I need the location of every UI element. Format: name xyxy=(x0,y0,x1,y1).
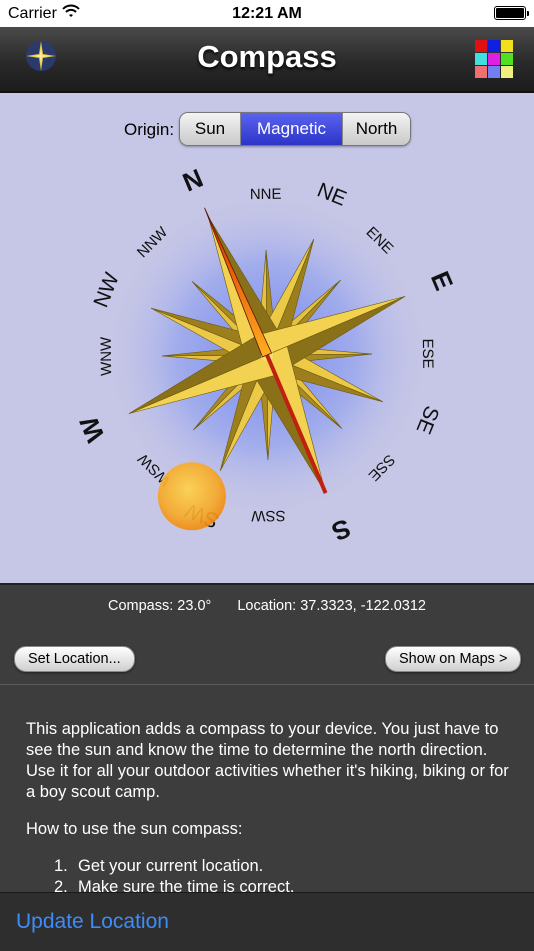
update-location-button[interactable]: Update Location xyxy=(16,910,169,934)
howto-title: How to use the sun compass: xyxy=(26,820,243,838)
color-grid-icon[interactable] xyxy=(475,40,513,78)
compass-label: ESE xyxy=(419,339,436,369)
list-item: 1. Get your current location. xyxy=(54,857,264,875)
clock: 12:21 AM xyxy=(232,5,302,22)
set-location-button[interactable]: Set Location... xyxy=(14,646,135,672)
compass-label: S xyxy=(327,513,355,547)
compass-panel: Origin: Sun Magnetic North N NNE NE ENE E ESE xyxy=(0,93,534,585)
readout: Compass: 23.0° Location: 37.3323, -122.0… xyxy=(0,598,534,614)
compass-label: E xyxy=(425,267,459,295)
location-reading: Location: 37.3323, -122.0312 xyxy=(237,598,426,614)
battery-icon xyxy=(494,6,529,20)
compass-rose: NNNENEENEEESESESSESSSWSWWSWWWNWNWNNW xyxy=(73,163,459,548)
status-bar: Carrier 12:21 AM xyxy=(0,0,534,27)
nav-bar: Compass xyxy=(0,27,534,93)
sun-marker xyxy=(157,462,226,531)
show-on-maps-button[interactable]: Show on Maps > xyxy=(385,646,522,672)
compass-label: NNE xyxy=(250,186,282,203)
compass-label: N xyxy=(178,163,207,198)
description-text: This application adds a compass to your … xyxy=(26,720,509,801)
sun-icon xyxy=(157,462,226,531)
divider xyxy=(0,684,534,685)
compass-label: SSW xyxy=(250,507,285,524)
compass-reading: Compass: 23.0° xyxy=(107,598,212,614)
compass-label: WNW xyxy=(98,336,115,376)
page-title: Compass xyxy=(197,39,337,74)
bottom-toolbar: Update Location xyxy=(0,892,534,951)
compass-label: W xyxy=(73,412,110,447)
